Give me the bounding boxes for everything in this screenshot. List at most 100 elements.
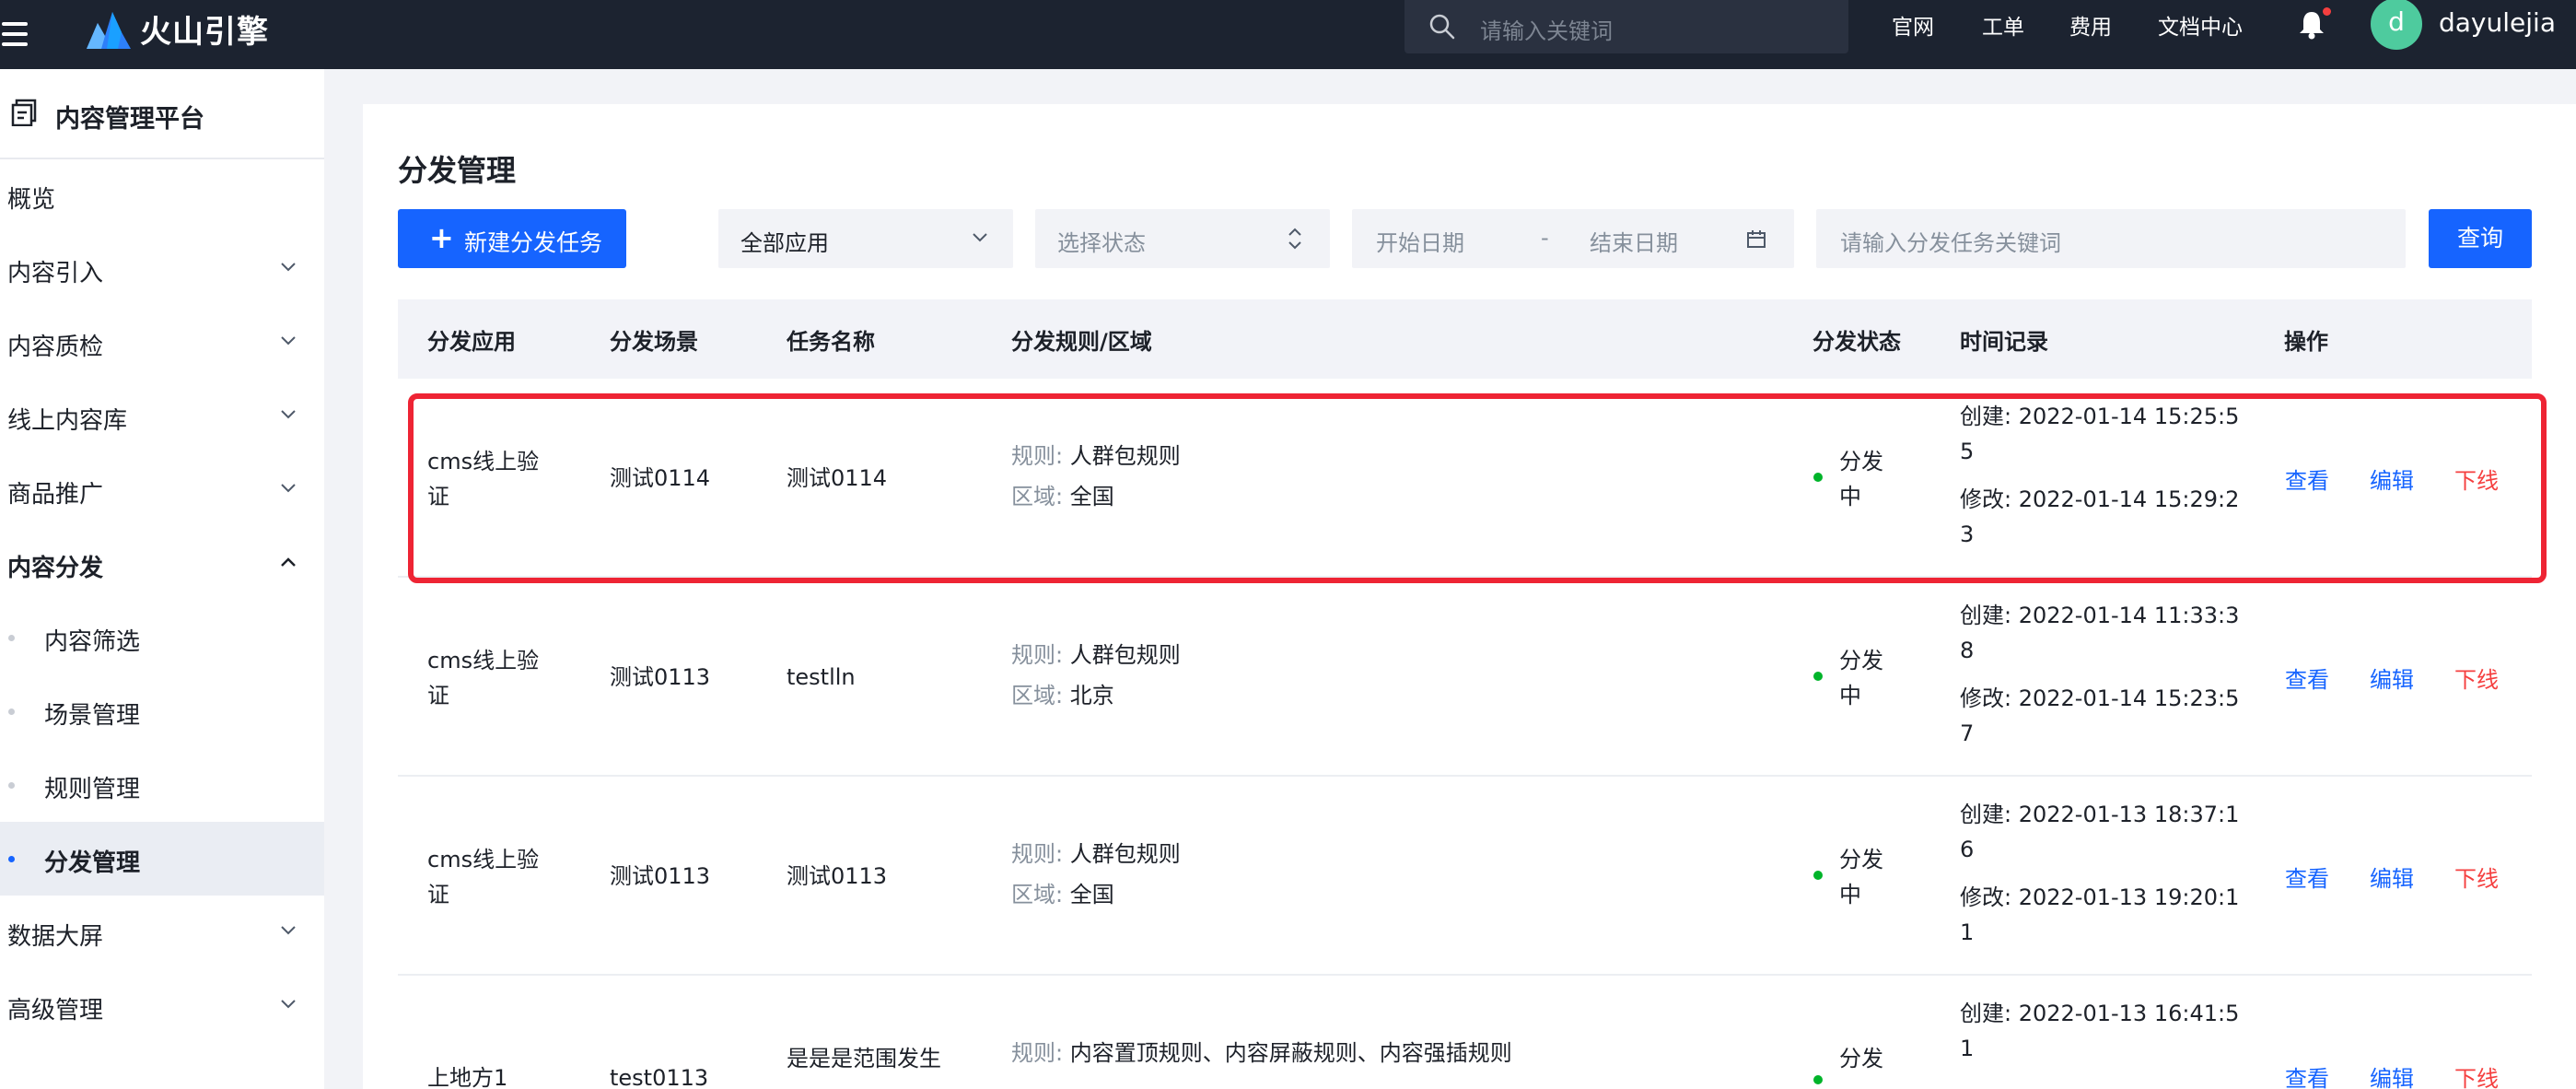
column-header: 时间记录 (1960, 329, 2048, 355)
edit-link[interactable]: 编辑 (2370, 861, 2414, 893)
table-row: cms线上验证 测试0113 testlln 规则: 人群包规则 区域: 北京 … (398, 578, 2532, 777)
sidebar-item-content-distribution[interactable]: 内容分发 (0, 527, 324, 601)
bullet-dot (8, 635, 15, 641)
sidebar-item-overview[interactable]: 概览 (0, 158, 324, 232)
bullet-dot (8, 856, 15, 862)
notification-badge (2323, 7, 2331, 16)
sidebar-item-advanced-management[interactable]: 高级管理 (0, 969, 324, 1043)
task-name-cell: testlln (787, 664, 856, 690)
status-text: 分发 (1839, 449, 1883, 474)
view-link[interactable]: 查看 (2285, 861, 2329, 893)
sidebar-item-label: 场景管理 (44, 702, 141, 730)
sidebar-item-content-qc[interactable]: 内容质检 (0, 306, 324, 380)
offline-link[interactable]: 下线 (2454, 463, 2499, 495)
bullet-dot (8, 708, 15, 715)
bullet-dot (8, 782, 15, 789)
column-header: 分发规则/区域 (1011, 329, 1152, 355)
sidebar-item-label: 内容筛选 (44, 628, 141, 656)
sidebar-item-label: 概览 (7, 186, 56, 214)
search-icon (1429, 14, 1455, 40)
sidebar-item-data-screen[interactable]: 数据大屏 (0, 896, 324, 969)
status-select[interactable]: 选择状态 (1035, 209, 1330, 268)
sidebar-item-scene-management[interactable]: 场景管理 (0, 674, 324, 748)
rule-prefix: 规则: (1011, 841, 1064, 867)
scene-cell: 测试0114 (610, 465, 711, 491)
sidebar-item-online-library[interactable]: 线上内容库 (0, 380, 324, 453)
region-prefix: 区域: (1011, 484, 1064, 509)
chevron-down-icon (281, 263, 296, 272)
rule-prefix: 规则: (1011, 1040, 1064, 1066)
view-link[interactable]: 查看 (2285, 463, 2329, 495)
keyword-search-input[interactable]: 请输入分发任务关键词 (1816, 209, 2406, 268)
volcano-logo-icon (87, 12, 131, 49)
app-select[interactable]: 全部应用 (718, 209, 1013, 268)
column-header: 操作 (2284, 329, 2328, 355)
task-name-cell: 是是是范围发生 (787, 1046, 941, 1071)
app-cell: cms线上验证 (427, 444, 539, 514)
avatar[interactable]: d (2371, 0, 2422, 50)
rule-region-cell: 规则: 人群包规则 区域: 全国 (1011, 837, 1181, 912)
offline-link[interactable]: 下线 (2454, 1060, 2499, 1089)
task-name-cell: 测试0113 (787, 863, 888, 889)
time-record-cell: 创建: 2022-01-13 18:37:1 6 修改: 2022-01-13 … (1960, 797, 2239, 950)
time-record-cell: 创建: 2022-01-14 11:33:3 8 修改: 2022-01-14 … (1960, 598, 2239, 751)
view-link[interactable]: 查看 (2285, 662, 2329, 694)
sidebar-item-label: 商品推广 (7, 481, 104, 509)
hamburger-menu-icon[interactable] (0, 17, 31, 52)
username[interactable]: dayulejia (2439, 7, 2556, 38)
new-task-label: 新建分发任务 (464, 229, 603, 256)
view-link[interactable]: 查看 (2285, 1060, 2329, 1089)
status-text: 中 (1839, 484, 1861, 509)
end-date-placeholder: 结束日期 (1590, 230, 1678, 256)
created-time: 5 (1960, 439, 1975, 464)
new-distribution-task-button[interactable]: + 新建分发任务 (398, 209, 626, 268)
search-placeholder: 请输入关键词 (1480, 18, 1613, 44)
rule-value: 人群包规则 (1069, 841, 1181, 867)
chevron-down-icon (281, 926, 296, 935)
nav-link-official-site[interactable]: 官网 (1892, 9, 1934, 41)
notification-bell-icon[interactable] (2297, 9, 2326, 41)
keyword-placeholder: 请输入分发任务关键词 (1840, 230, 2061, 256)
sort-updown-icon (1288, 228, 1301, 250)
region-value: 北京 (1069, 683, 1114, 708)
app-cell: 上地方1 (427, 1065, 508, 1089)
app-name: cms线上验 (427, 648, 540, 673)
created-time: 8 (1960, 638, 1975, 663)
chevron-down-icon (973, 233, 987, 242)
global-search-input[interactable]: 请输入关键词 (1405, 0, 1848, 53)
plus-icon: + (429, 220, 454, 255)
nav-link-billing[interactable]: 费用 (2069, 9, 2112, 41)
status-dot (1813, 473, 1823, 482)
created-time: 创建: 2022-01-13 18:37:1 (1960, 802, 2240, 827)
scene-cell: 测试0113 (610, 863, 711, 889)
date-separator: - (1541, 225, 1549, 251)
edit-link[interactable]: 编辑 (2370, 662, 2414, 694)
sidebar-item-distribution-management[interactable]: 分发管理 (0, 822, 324, 896)
app-name: 证 (427, 484, 449, 509)
time-record-cell: 创建: 2022-01-13 16:41:5 1 (1960, 996, 2239, 1066)
status-text: 中 (1839, 683, 1861, 708)
region-value: 全国 (1069, 484, 1114, 509)
edit-link[interactable]: 编辑 (2370, 1060, 2414, 1089)
offline-link[interactable]: 下线 (2454, 662, 2499, 694)
platform-icon (11, 99, 37, 126)
logo[interactable]: 火山引擎 (85, 6, 269, 52)
edit-link[interactable]: 编辑 (2370, 463, 2414, 495)
app-cell: cms线上验证 (427, 842, 539, 912)
query-button[interactable]: 查询 (2429, 209, 2532, 268)
rule-value: 内容置顶规则、内容屏蔽规则、内容强插规则 (1069, 1040, 1512, 1066)
sidebar-item-rule-management[interactable]: 规则管理 (0, 748, 324, 822)
status-dot (1813, 1075, 1823, 1084)
sidebar-item-content-filter[interactable]: 内容筛选 (0, 601, 324, 674)
sidebar-item-content-import[interactable]: 内容引入 (0, 232, 324, 306)
nav-link-docs[interactable]: 文档中心 (2158, 9, 2243, 41)
date-range-picker[interactable]: 开始日期 - 结束日期 (1352, 209, 1794, 268)
sidebar-item-label: 数据大屏 (7, 923, 104, 951)
nav-link-tickets[interactable]: 工单 (1982, 9, 2024, 41)
app-name: 证 (427, 882, 449, 908)
sidebar: 内容管理平台 概览 内容引入 内容质检 线上内容库 商品推广 内容分发 内容筛选… (0, 69, 324, 1089)
sidebar-item-label: 规则管理 (44, 776, 141, 803)
sidebar-item-label: 内容质检 (7, 334, 104, 361)
offline-link[interactable]: 下线 (2454, 861, 2499, 893)
sidebar-item-product-promotion[interactable]: 商品推广 (0, 453, 324, 527)
